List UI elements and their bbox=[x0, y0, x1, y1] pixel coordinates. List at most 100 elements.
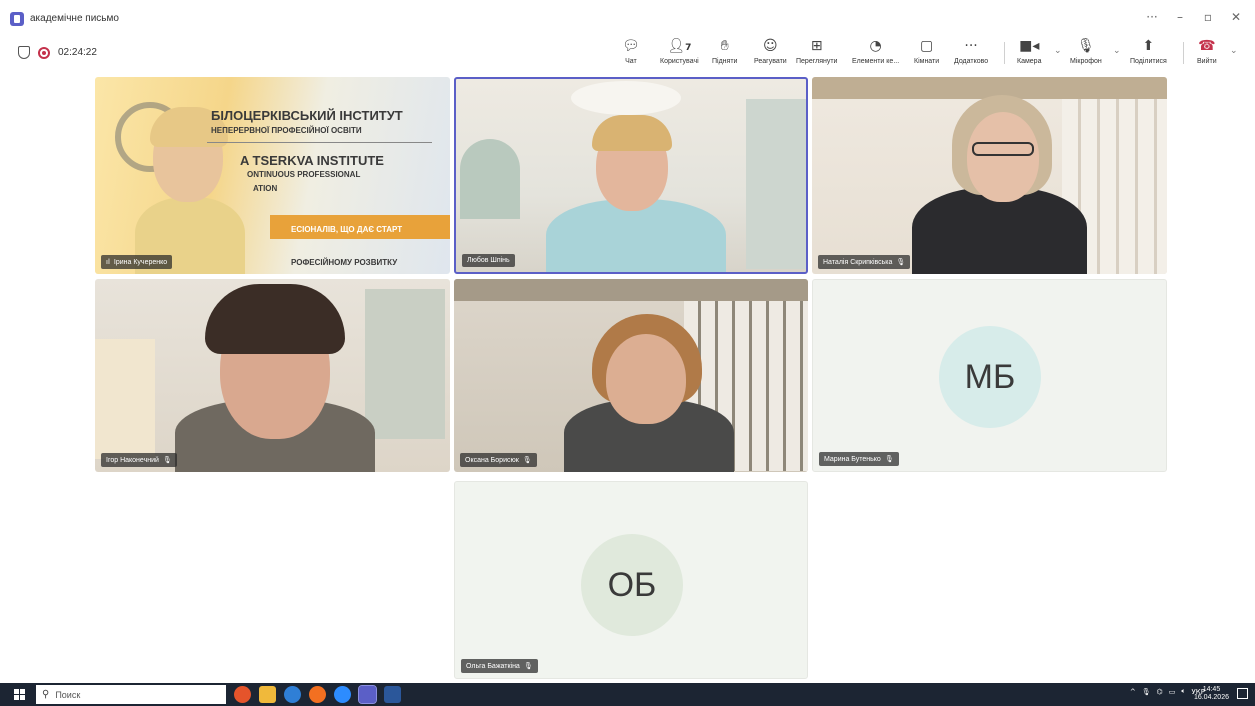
recording-icon bbox=[38, 46, 50, 59]
banner-title-en: A TSERKVA INSTITUTE bbox=[240, 153, 384, 168]
toolbar-divider bbox=[1004, 42, 1005, 64]
participant-head bbox=[606, 334, 686, 424]
zoom-icon[interactable] bbox=[334, 686, 351, 703]
apps-icon: ◔ bbox=[869, 38, 882, 54]
rooms-button[interactable]: ▢ Кімнати bbox=[914, 36, 939, 65]
grid-view-icon: ⊞ bbox=[810, 38, 823, 54]
rooms-icon: ▢ bbox=[919, 38, 934, 54]
banner-title: БІЛОЦЕРКІВСЬКИЙ ІНСТИТУТ bbox=[211, 108, 403, 123]
mic-label: Мікрофон bbox=[1070, 58, 1102, 65]
participant-name-tag: Марина Бутенько 🎙︎ bbox=[819, 452, 899, 466]
taskbar-search[interactable]: ⚲ Поиск bbox=[36, 685, 226, 704]
mic-muted-icon: 🎙︎ bbox=[896, 258, 906, 266]
video-tile[interactable]: БІЛОЦЕРКІВСЬКИЙ ІНСТИТУТ НЕПЕРЕРВНОЇ ПРО… bbox=[95, 77, 450, 274]
participant-name-tag: Оксана Борисюк 🎙︎ bbox=[460, 453, 537, 467]
background-wallart bbox=[365, 289, 445, 439]
file-explorer-icon[interactable] bbox=[259, 686, 276, 703]
video-tile[interactable]: Наталія Скрипківська 🎙︎ bbox=[812, 77, 1167, 274]
camera-options-chevron-icon[interactable]: ⌄ bbox=[1054, 46, 1062, 56]
toolbar-divider bbox=[1183, 42, 1184, 64]
video-tile-active-speaker[interactable]: Любов Шпінь bbox=[454, 77, 808, 274]
chrome-icon[interactable] bbox=[234, 686, 251, 703]
video-gallery: БІЛОЦЕРКІВСЬКИЙ ІНСТИТУТ НЕПЕРЕРВНОЇ ПРО… bbox=[0, 75, 1255, 683]
mic-muted-icon: 🎙︎ bbox=[162, 456, 172, 464]
rooms-label: Кімнати bbox=[914, 58, 940, 65]
video-tile[interactable]: Оксана Борисюк 🎙︎ bbox=[454, 279, 808, 472]
window-controls: ··· – ▫ ✕ bbox=[1141, 6, 1247, 28]
participant-head bbox=[967, 112, 1039, 202]
background-ceiling bbox=[454, 279, 808, 301]
video-tile[interactable]: Ігор Наконечний 🎙︎ bbox=[95, 279, 450, 472]
camera-label: Камера bbox=[1017, 58, 1042, 65]
chat-button[interactable]: 💬︎ Чат bbox=[622, 36, 640, 65]
mic-button[interactable]: 🎙︎ Мікрофон bbox=[1070, 36, 1102, 65]
close-icon[interactable]: ✕ bbox=[1225, 6, 1247, 28]
video-tile-avatar[interactable]: МБ Марина Бутенько 🎙︎ bbox=[812, 279, 1167, 472]
meeting-status: 02:24:22 bbox=[18, 46, 97, 59]
glasses bbox=[972, 142, 1034, 156]
apps-button[interactable]: ◔ Елементи ке... bbox=[852, 36, 899, 65]
avatar: ОБ bbox=[581, 534, 683, 636]
smiley-icon: ☺ bbox=[763, 38, 778, 54]
participant-name: Наталія Скрипківська bbox=[823, 258, 893, 266]
microphone-icon: 🎙︎ bbox=[1076, 38, 1095, 54]
participant-name: Оксана Борисюк bbox=[465, 456, 519, 464]
signal-icon: ıl bbox=[106, 258, 110, 266]
more-options-icon[interactable]: ··· bbox=[1141, 6, 1163, 28]
raise-hand-button[interactable]: ✋︎ Підняти bbox=[712, 36, 737, 65]
participant-name-tag: Ігор Наконечний 🎙︎ bbox=[101, 453, 177, 467]
background-arch bbox=[460, 139, 520, 219]
search-placeholder: Поиск bbox=[55, 689, 81, 700]
share-button[interactable]: ⬆︎ Поділитися bbox=[1130, 36, 1167, 65]
more-label: Додатково bbox=[954, 58, 989, 65]
banner-subtitle-en: ONTINUOUS PROFESSIONAL bbox=[247, 170, 361, 179]
leave-button[interactable]: ☎︎ Вийти bbox=[1197, 36, 1217, 65]
windows-start-icon[interactable] bbox=[14, 689, 25, 700]
participant-name: Ірина Кучеренко bbox=[113, 258, 168, 266]
tray-network-icon[interactable]: ⌬ bbox=[1157, 688, 1163, 696]
camera-button[interactable]: ■◂ Камера bbox=[1017, 36, 1041, 65]
tray-volume-icon[interactable]: 🔈︎ bbox=[1181, 687, 1185, 696]
view-button[interactable]: ⊞ Переглянути bbox=[796, 36, 837, 65]
participant-name: Ігор Наконечний bbox=[106, 456, 159, 464]
video-tile-avatar[interactable]: ОБ Ольга Бажаткіна 🎙︎ bbox=[454, 481, 808, 679]
minimize-icon[interactable]: – bbox=[1169, 6, 1191, 28]
taskbar-clock[interactable]: 14:45 16.04.2026 bbox=[1194, 686, 1229, 702]
shield-icon bbox=[18, 46, 30, 59]
participant-name-tag: ıl Ірина Кучеренко bbox=[101, 255, 173, 269]
mic-muted-icon: 🎙︎ bbox=[522, 456, 532, 464]
tray-display-icon[interactable]: ▭ bbox=[1169, 688, 1176, 696]
leave-options-chevron-icon[interactable]: ⌄ bbox=[1230, 46, 1238, 56]
hand-icon: ✋︎ bbox=[720, 38, 729, 54]
search-icon: ⚲ bbox=[42, 689, 50, 700]
more-icon: ··· bbox=[964, 38, 978, 54]
leave-label: Вийти bbox=[1197, 58, 1217, 65]
participant-name: Любов Шпінь bbox=[467, 257, 510, 264]
people-label: Користувачі bbox=[660, 58, 699, 65]
camera-icon: ■◂ bbox=[1019, 38, 1040, 54]
avatar: МБ bbox=[939, 326, 1041, 428]
firefox-icon[interactable] bbox=[309, 686, 326, 703]
participant-hair bbox=[592, 115, 672, 151]
notification-icon[interactable] bbox=[1237, 688, 1248, 699]
banner-slogan-2: РОФЕСІЙНОМУ РОЗВИТКУ bbox=[291, 258, 398, 267]
mic-options-chevron-icon[interactable]: ⌄ bbox=[1113, 46, 1121, 56]
teams-icon[interactable] bbox=[358, 685, 377, 704]
tray-mic-icon[interactable]: 🎙︎ bbox=[1142, 688, 1151, 696]
people-button[interactable]: 👤︎7 Користувачі bbox=[660, 36, 699, 65]
meeting-toolbar: 02:24:22 💬︎ Чат 👤︎7 Користувачі ✋︎ Підня… bbox=[0, 30, 1255, 75]
word-icon[interactable] bbox=[384, 686, 401, 703]
react-button[interactable]: ☺ Реагувати bbox=[754, 36, 787, 65]
mic-muted-icon: 🎙︎ bbox=[523, 662, 533, 670]
share-label: Поділитися bbox=[1130, 58, 1167, 65]
mic-muted-icon: 🎙︎ bbox=[884, 455, 894, 463]
participant-hair bbox=[205, 284, 345, 354]
restore-icon[interactable]: ▫ bbox=[1197, 6, 1219, 28]
people-count: 7 bbox=[685, 43, 692, 53]
banner-slogan-1: ЕСІОНАЛІВ, ЩО ДАЄ СТАРТ bbox=[291, 225, 403, 234]
edge-icon[interactable] bbox=[284, 686, 301, 703]
tray-expand-icon[interactable]: ^ bbox=[1130, 688, 1136, 696]
teams-app-icon bbox=[10, 12, 24, 26]
participant-name-tag: Любов Шпінь bbox=[462, 254, 515, 267]
more-button[interactable]: ··· Додатково bbox=[954, 36, 988, 65]
